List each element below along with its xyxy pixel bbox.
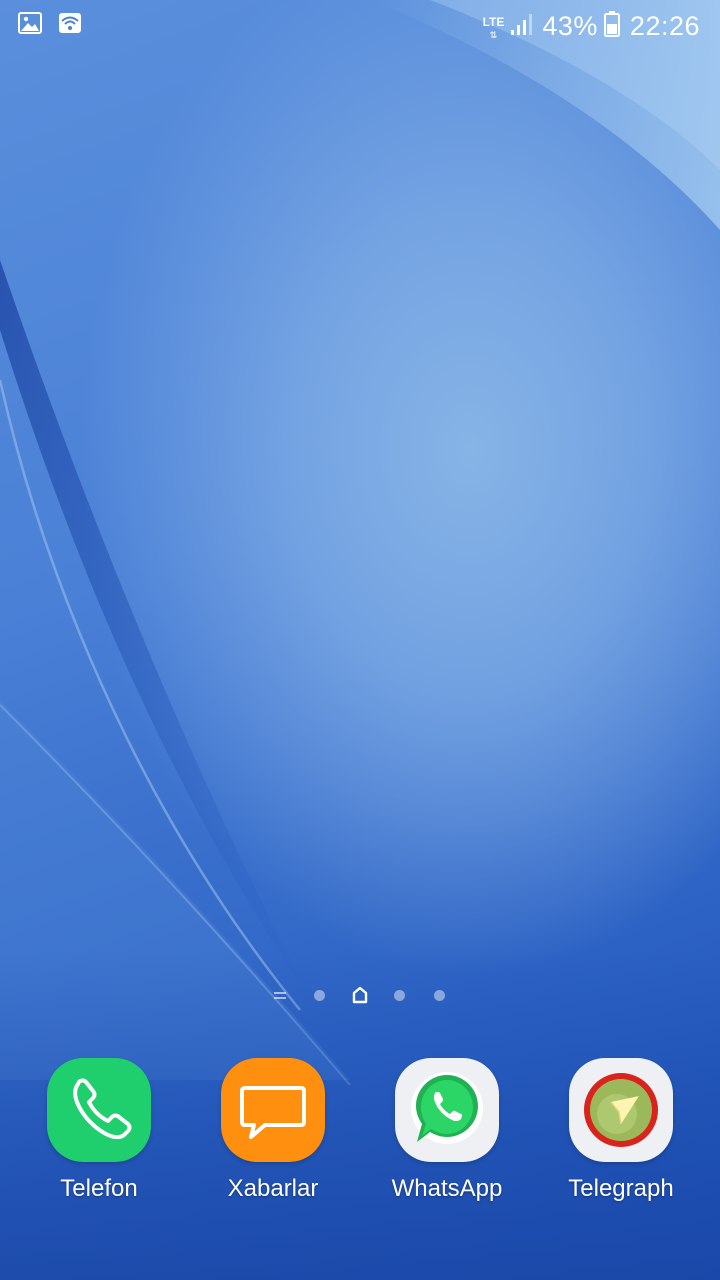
phone-icon[interactable] [47,1058,151,1162]
lte-icon: LTE ⇅ [482,15,505,40]
network-type-label: LTE [482,15,505,29]
home-indicator[interactable] [352,984,368,1011]
app-label: Telegraph [568,1175,674,1202]
app-xabarlar[interactable]: Xabarlar [188,1058,358,1204]
signal-icon [510,12,536,41]
page-dot[interactable] [394,990,405,1001]
app-telefon[interactable]: Telefon [14,1058,184,1204]
app-dock: Telefon Xabarlar WhatsApp Telegraph [0,1058,720,1218]
page-dot[interactable] [434,990,445,1001]
battery-percentage: 43% [542,11,598,41]
app-label: WhatsApp [391,1175,503,1202]
status-bar: LTE ⇅ 43% 22:26 [0,0,720,52]
system-status-area: LTE ⇅ 43% 22:26 [483,6,700,46]
apps-list-indicator[interactable] [274,984,286,1011]
page-indicators [0,984,720,1006]
app-label: Telefon [60,1175,138,1202]
battery-icon [603,10,620,42]
whatsapp-icon[interactable] [395,1058,499,1162]
message-icon[interactable] [221,1058,325,1162]
page-dot[interactable] [314,990,325,1001]
clock: 22:26 [629,11,700,41]
app-telegraph[interactable]: Telegraph [536,1058,706,1204]
wifi-icon [58,12,82,39]
notification-area [18,12,82,39]
app-whatsapp[interactable]: WhatsApp [362,1058,532,1204]
gallery-notification-icon [18,12,42,39]
telegraph-icon[interactable] [569,1058,673,1162]
data-arrows-icon: ⇅ [489,30,497,40]
app-label: Xabarlar [227,1175,319,1202]
